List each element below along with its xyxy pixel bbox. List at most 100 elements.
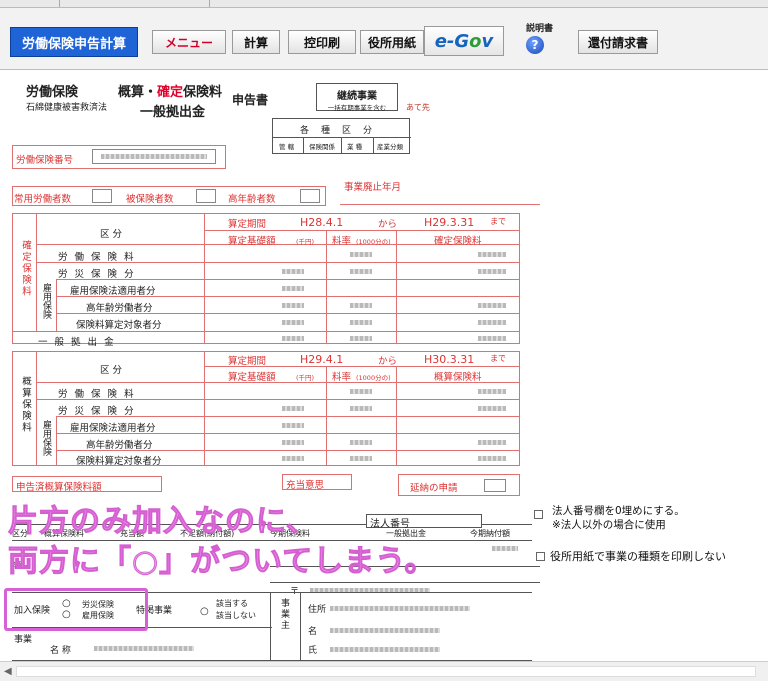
official-form-button[interactable]: 役所用紙	[360, 30, 424, 54]
kakutei-unit: (1000分の)	[356, 238, 391, 246]
window-tab[interactable]	[60, 0, 210, 7]
divider	[36, 213, 37, 331]
gaisan-period-label: 算定期間	[228, 356, 267, 367]
divider	[300, 592, 301, 660]
gaisan-rate	[350, 456, 372, 461]
annotation-line-2: 両方に「○」がついてしまう。	[7, 544, 436, 580]
form-subtitle-left: 石綿健康被害救済法	[26, 103, 108, 113]
tokukei-circle[interactable]: ○	[200, 606, 209, 617]
menu-button[interactable]: メニュー	[152, 30, 226, 54]
gaisan-hokenryo: 概算保険料	[434, 372, 482, 383]
kakutei-amount	[478, 303, 506, 308]
divider	[204, 351, 205, 466]
gaisan-amount	[478, 389, 506, 394]
gaisan-side-label: 概算保険料	[20, 376, 31, 434]
egov-logo-e: e-	[434, 30, 455, 52]
refund-request-button[interactable]: 還付請求書	[578, 30, 658, 54]
kakutei-ryoritsu: 料率	[332, 236, 352, 247]
shimei-value	[330, 647, 440, 652]
form-title-middle: 概算・確定保険料	[118, 81, 222, 100]
kakutei-amount	[478, 252, 506, 257]
yubin-icon: 〒	[290, 587, 300, 597]
annotation-line-1: 片方のみ加入なのに、	[7, 504, 318, 540]
gaisan-rate	[350, 406, 372, 411]
kakutei-kubun: 区 分	[100, 229, 123, 240]
window-tab-strip	[0, 0, 768, 8]
kakutei-koyo-label: 雇用保険	[41, 283, 51, 319]
manual-label: 説明書	[526, 24, 554, 34]
kakutei-rate	[350, 252, 372, 257]
hojin-zero-note: 法人番号欄を0埋めにする。	[552, 505, 685, 517]
gaisan-kara: から	[378, 356, 398, 367]
kakutei-row: 高年齢労働者分	[86, 303, 153, 314]
hojin-zero-checkbox[interactable]	[534, 510, 543, 519]
egov-logo-o: o	[469, 30, 482, 52]
gaisan-sen: (千円)	[296, 374, 315, 382]
kanyu-hoken-highlight	[4, 588, 148, 631]
meisho-value	[330, 628, 440, 633]
jigyo-meisho-value	[94, 646, 194, 651]
gaisan-base	[282, 440, 304, 445]
kakutei-kara: から	[378, 219, 398, 230]
keizoku-sublabel: 一括有期事業を含む	[327, 104, 387, 112]
gaisan-base	[282, 456, 304, 461]
jigyo-meisho-label: 名 称	[50, 646, 71, 656]
shimei-label: 氏	[308, 646, 318, 656]
kakutei-period-from: H28.4.1	[300, 216, 344, 229]
joyo-label: 常用労働者数	[14, 194, 72, 205]
keizoku-jigyo-box: 継続事業 一括有期事業を含む	[316, 83, 398, 112]
hojin-zero-note-sub: ※法人以外の場合に使用	[552, 519, 666, 531]
calculate-button[interactable]: 計算	[232, 30, 280, 54]
gaisan-kubun: 区 分	[100, 365, 123, 376]
kakutei-period-label: 算定期間	[228, 219, 267, 230]
gaito-label: 該当する	[216, 599, 248, 608]
print-copy-button[interactable]: 控印刷	[288, 30, 356, 54]
kakutei-amount	[478, 269, 506, 274]
kubun-col: 管 轄	[279, 143, 295, 151]
atesaki-label: あて先	[406, 103, 430, 112]
gaisan-unit: (1000分の)	[356, 374, 391, 382]
hihoken-input[interactable]	[196, 189, 216, 203]
title-part: 概算・	[118, 85, 158, 100]
ennou-input[interactable]	[484, 479, 506, 492]
yakusho-no-print-checkbox[interactable]	[536, 552, 545, 561]
jigyo-label: 事業	[14, 635, 33, 645]
gaisan-row: 雇用保険法適用者分	[70, 423, 156, 434]
form-title-ippan: 一般拠出金	[140, 105, 206, 120]
scroll-left-icon[interactable]: ◀	[4, 666, 12, 677]
kakutei-row: 労 働 保 険 料	[58, 252, 136, 263]
koreisha-input[interactable]	[300, 189, 320, 203]
kubun-col: 業 種	[347, 143, 363, 151]
kubun-heading: 各種区分	[299, 126, 384, 136]
hoken-bango-input[interactable]	[92, 149, 216, 164]
egov-button[interactable]: e- Go v	[424, 26, 504, 56]
horizontal-scrollbar[interactable]: ◀	[0, 661, 768, 681]
gaisan-amount	[478, 456, 506, 461]
divider	[12, 331, 520, 332]
kakutei-hokenryo: 確定保険料	[434, 236, 482, 247]
gaisan-kiso: 算定基礎額	[228, 372, 276, 383]
kubun-table: 各種区分 管 轄 保険関係 業 種 産業分類	[272, 118, 411, 154]
window-tab[interactable]	[0, 0, 60, 7]
koreisha-label: 高年齢者数	[228, 194, 276, 205]
gaisan-base	[282, 423, 304, 428]
scroll-thumb[interactable]	[16, 666, 756, 677]
kubun-col: 保険関係	[309, 143, 335, 151]
hoken-bango-label: 労働保険番号	[16, 155, 74, 166]
divider	[270, 582, 540, 583]
ennou-label: 延納の申請	[410, 483, 458, 494]
help-icon[interactable]: ?	[526, 36, 544, 54]
kakutei-amount	[478, 336, 506, 341]
rodo-hoken-calc-button[interactable]: 労働保険申告計算	[10, 27, 138, 57]
divider	[56, 416, 57, 466]
gaisan-amount	[478, 440, 506, 445]
kakutei-kiso: 算定基礎額	[228, 236, 276, 247]
yakusho-no-print-label: 役所用紙で事業の種類を印刷しない	[550, 550, 726, 563]
gaisan-made: まで	[490, 354, 506, 363]
kakutei-base	[282, 336, 304, 341]
shinkoku-zumi-label: 申告済概算保険料額	[16, 482, 102, 493]
kakutei-period-to: H29.3.31	[424, 216, 475, 229]
joyo-input[interactable]	[92, 189, 112, 203]
kakutei-rate	[350, 336, 372, 341]
divider	[204, 230, 520, 231]
